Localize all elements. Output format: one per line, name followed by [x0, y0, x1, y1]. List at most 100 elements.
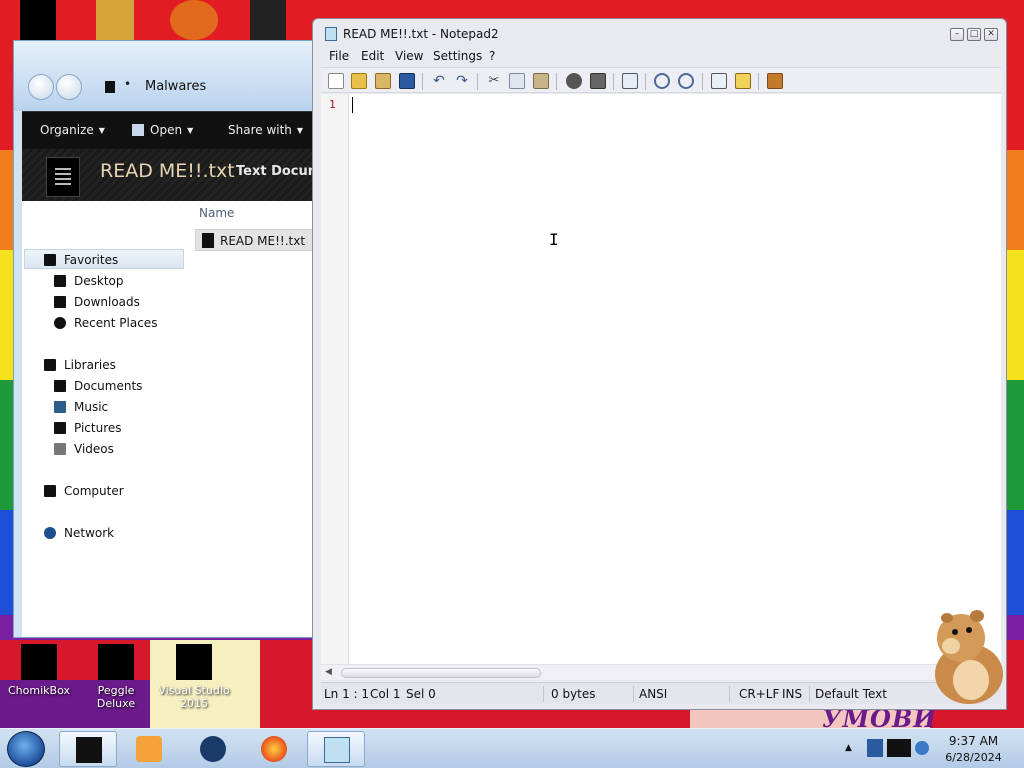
- address-bar-path[interactable]: Malwares: [145, 79, 206, 94]
- organize-label: Organize: [40, 123, 94, 137]
- menu-file[interactable]: File: [329, 49, 349, 63]
- nav-music[interactable]: Music: [22, 397, 182, 417]
- column-header-name[interactable]: Name: [199, 206, 234, 220]
- zoom-in-icon[interactable]: [654, 73, 670, 89]
- clock-date[interactable]: 6/28/2024: [936, 751, 1011, 764]
- nav-videos[interactable]: Videos: [22, 439, 182, 459]
- nav-recent-places[interactable]: Recent Places: [22, 313, 182, 333]
- menu-help[interactable]: ?: [489, 49, 495, 63]
- exit-icon[interactable]: [767, 73, 783, 89]
- organize-button[interactable]: Organize ▼: [40, 123, 105, 137]
- nav-label: Pictures: [74, 421, 122, 435]
- menu-view[interactable]: View: [395, 49, 423, 63]
- zoom-out-icon[interactable]: [678, 73, 694, 89]
- task-media-player[interactable]: [120, 731, 178, 767]
- desktop-icon-visual-studio[interactable]: Visual Studio 2015: [158, 644, 230, 710]
- editor-area[interactable]: 1 I: [321, 94, 1001, 679]
- music-icon: [54, 401, 66, 413]
- new-file-icon[interactable]: [328, 73, 344, 89]
- explorer-titlebar: • Malwares: [14, 41, 318, 111]
- nav-downloads[interactable]: Downloads: [22, 292, 182, 312]
- chomikbox-icon: [21, 644, 57, 680]
- desktop-icon-top-1[interactable]: [20, 0, 56, 40]
- status-line-endings[interactable]: CR+LF: [739, 687, 779, 703]
- desktop-icon-top-3[interactable]: [170, 0, 218, 40]
- nav-network[interactable]: Network: [22, 523, 182, 543]
- share-with-button[interactable]: Share with ▼: [228, 123, 303, 137]
- status-scheme[interactable]: Default Text: [815, 687, 887, 703]
- open-folder-icon[interactable]: [351, 73, 367, 89]
- status-selection: Sel 0: [406, 687, 436, 701]
- nav-computer[interactable]: Computer: [22, 481, 182, 501]
- cut-icon[interactable]: ✂: [486, 73, 502, 89]
- volume-tray-icon[interactable]: [915, 741, 929, 755]
- forward-button[interactable]: [56, 74, 82, 100]
- nav-pictures[interactable]: Pictures: [22, 418, 182, 438]
- browse-icon[interactable]: [375, 73, 391, 89]
- nav-libraries[interactable]: Libraries: [22, 355, 182, 375]
- close-button[interactable]: ✕: [984, 28, 998, 41]
- horizontal-scrollbar[interactable]: ◀: [321, 664, 1001, 680]
- explorer-toolbar: Organize ▼ Open ▼ Share with ▼: [22, 111, 318, 149]
- status-position: Ln 1 : 1: [324, 687, 370, 701]
- redo-icon[interactable]: ↷: [454, 73, 470, 89]
- firefox-icon: [261, 736, 287, 762]
- undo-icon[interactable]: ↶: [431, 73, 447, 89]
- notepad-icon: [324, 737, 350, 763]
- display-tray-icon[interactable]: [887, 739, 911, 757]
- system-tray: [865, 737, 935, 761]
- file-row[interactable]: READ ME!!.txt: [195, 229, 318, 251]
- nav-label: Downloads: [74, 295, 140, 309]
- scrollbar-thumb[interactable]: [341, 668, 541, 678]
- nav-documents[interactable]: Documents: [22, 376, 182, 396]
- start-button[interactable]: [7, 731, 45, 767]
- computer-icon: [44, 485, 56, 497]
- status-bar: Ln 1 : 1 Col 1 Sel 0 0 bytes ANSI CR+LF …: [321, 682, 1001, 704]
- explorer-window: • Malwares Organize ▼ Open ▼ Share with ▼ R…: [13, 40, 318, 638]
- clock-time[interactable]: 9:37 AM: [936, 734, 1011, 748]
- find-icon[interactable]: [566, 73, 582, 89]
- maximize-button[interactable]: □: [967, 28, 981, 41]
- network-tray-icon[interactable]: [867, 739, 883, 757]
- breadcrumb-separator-icon: •: [124, 77, 132, 91]
- hamster-mascot-icon: [935, 610, 1003, 704]
- file-name: READ ME!!.txt: [220, 234, 306, 248]
- task-explorer[interactable]: [59, 731, 117, 767]
- nav-favorites[interactable]: Favorites: [24, 249, 184, 269]
- back-button[interactable]: [28, 74, 54, 100]
- desktop-icon-top-4[interactable]: [250, 0, 286, 40]
- desktop-icon-chomikbox[interactable]: ChomikBox: [3, 644, 75, 697]
- editor-textarea[interactable]: [351, 94, 999, 664]
- save-icon[interactable]: [399, 73, 415, 89]
- replace-icon[interactable]: [590, 73, 606, 89]
- desktop-icon-peggle[interactable]: Peggle Deluxe: [80, 644, 152, 710]
- status-encoding[interactable]: ANSI: [639, 687, 667, 703]
- task-firefox[interactable]: [245, 731, 303, 767]
- nav-label: Videos: [74, 442, 114, 456]
- line-number-gutter: 1: [321, 94, 349, 664]
- menu-settings[interactable]: Settings: [433, 49, 482, 63]
- word-wrap-icon[interactable]: [622, 73, 638, 89]
- show-hidden-icons-icon[interactable]: ▲: [845, 743, 852, 753]
- status-insert-mode[interactable]: INS: [782, 687, 802, 703]
- pictures-icon: [54, 422, 66, 434]
- details-preview: READ ME!!.txt Text Docum: [22, 149, 318, 201]
- nav-label: Libraries: [64, 358, 116, 372]
- task-notepad2[interactable]: [307, 731, 365, 767]
- minimize-button[interactable]: –: [950, 28, 964, 41]
- menu-edit[interactable]: Edit: [361, 49, 384, 63]
- preview-file-type: Text Docum: [236, 164, 318, 179]
- copy-icon[interactable]: [509, 73, 525, 89]
- file-list-pane: Name READ ME!!.txt: [190, 201, 318, 637]
- download-icon: [54, 296, 66, 308]
- visual-studio-icon: [176, 644, 212, 680]
- desktop-icon-top-2[interactable]: [96, 0, 134, 40]
- scroll-left-icon[interactable]: ◀: [325, 667, 332, 677]
- scheme-icon[interactable]: [711, 73, 727, 89]
- nav-desktop[interactable]: Desktop: [22, 271, 182, 291]
- paste-icon[interactable]: [533, 73, 549, 89]
- notepad-icon: [132, 124, 144, 136]
- customize-schemes-icon[interactable]: [735, 73, 751, 89]
- task-globe[interactable]: [184, 731, 242, 767]
- open-button[interactable]: Open ▼: [132, 123, 193, 137]
